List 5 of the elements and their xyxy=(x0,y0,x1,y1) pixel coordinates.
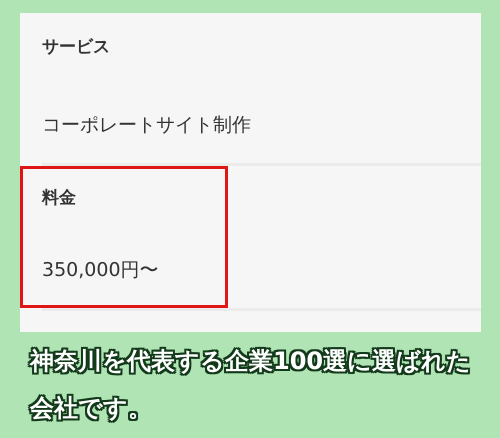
field-value: 350,000円〜 xyxy=(42,258,159,282)
field-label: 料金 xyxy=(42,187,76,210)
field-label: サービス xyxy=(42,36,110,59)
field-value: コーポレートサイト制作 xyxy=(42,112,251,138)
caption: 神奈川を代表する企業100選に選ばれた会社です。 xyxy=(30,346,472,424)
